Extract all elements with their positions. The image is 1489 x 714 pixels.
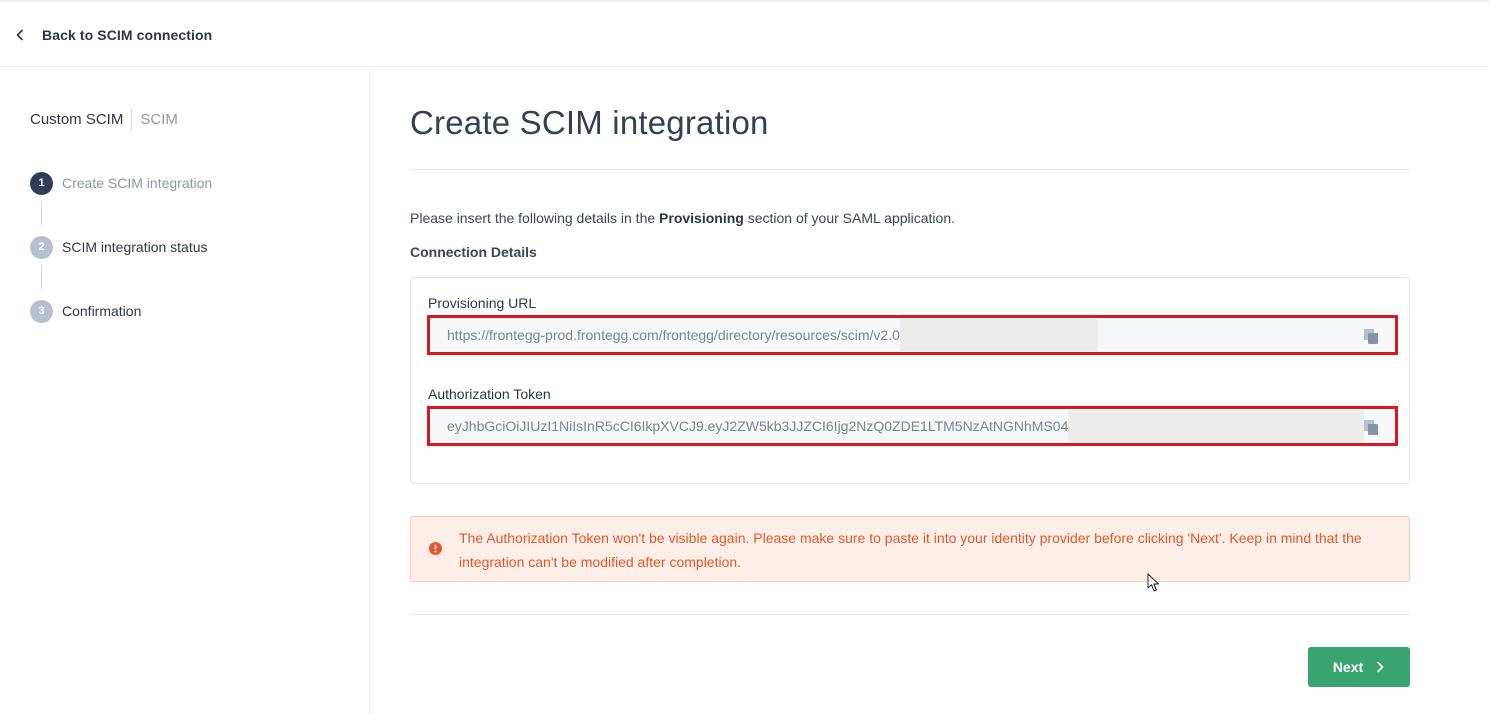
step-confirmation: 3 Confirmation <box>30 299 141 323</box>
next-button[interactable]: Next <box>1308 647 1410 687</box>
back-to-scim-connection-link[interactable]: Back to SCIM connection <box>14 24 212 46</box>
provisioning-url-label: Provisioning URL <box>428 295 537 311</box>
instruction-text: Please insert the following details in t… <box>410 210 955 226</box>
next-button-label: Next <box>1332 659 1364 675</box>
step-number: 2 <box>30 235 53 259</box>
connection-details-card: Provisioning URL https://frontegg-prod.f… <box>410 277 1410 484</box>
wizard-sidebar: Custom SCIM SCIM 1 Create SCIM integrati… <box>0 68 370 714</box>
exclamation-circle-icon <box>429 542 442 555</box>
main-content: Create SCIM integration Please insert th… <box>410 68 1410 714</box>
step-connector <box>41 265 42 289</box>
step-label: SCIM integration status <box>62 239 208 255</box>
authorization-token-value-box: eyJhbGciOiJIUzI1NiIsInR5cCI6IkpXVCJ9.eyJ… <box>432 410 1393 442</box>
authorization-token-value: eyJhbGciOiJIUzI1NiIsInR5cCI6IkpXVCJ9.eyJ… <box>447 418 1069 434</box>
redacted-area <box>1068 410 1365 442</box>
authorization-token-field[interactable]: eyJhbGciOiJIUzI1NiIsInR5cCI6IkpXVCJ9.eyJ… <box>427 406 1398 446</box>
instruction-suffix: section of your SAML application. <box>743 210 955 226</box>
provider-name: Custom SCIM <box>30 110 124 128</box>
provisioning-url-value: https://frontegg-prod.frontegg.com/front… <box>447 327 900 343</box>
warning-message: The Authorization Token won't be visible… <box>459 530 1362 570</box>
provider-separator <box>131 108 133 130</box>
step-create-scim-integration: 1 Create SCIM integration <box>30 171 212 195</box>
step-label: Create SCIM integration <box>62 175 213 191</box>
provisioning-url-value-box: https://frontegg-prod.frontegg.com/front… <box>432 319 1393 351</box>
chevron-right-icon <box>1377 661 1384 673</box>
step-number: 3 <box>30 299 53 323</box>
step-label: Confirmation <box>62 303 142 319</box>
copy-icon[interactable] <box>1363 328 1380 345</box>
back-link-label: Back to SCIM connection <box>42 27 213 43</box>
title-divider <box>410 169 1410 170</box>
copy-icon[interactable] <box>1363 419 1380 436</box>
step-scim-integration-status: 2 SCIM integration status <box>30 235 208 259</box>
authorization-token-label: Authorization Token <box>428 386 551 402</box>
instruction-bold: Provisioning <box>659 210 744 226</box>
mouse-cursor-icon <box>1147 573 1159 592</box>
provider-header: Custom SCIM SCIM <box>30 108 178 130</box>
back-bar: Back to SCIM connection <box>0 2 1489 67</box>
instruction-prefix: Please insert the following details in t… <box>410 210 660 226</box>
connection-details-heading: Connection Details <box>410 244 537 260</box>
step-connector <box>41 201 42 225</box>
provider-type: SCIM <box>140 110 178 128</box>
footer-divider <box>410 614 1410 615</box>
page-title: Create SCIM integration <box>410 104 769 141</box>
provisioning-url-field[interactable]: https://frontegg-prod.frontegg.com/front… <box>427 315 1398 355</box>
step-number: 1 <box>30 171 53 195</box>
chevron-left-icon <box>16 29 23 41</box>
redacted-area <box>899 319 1098 351</box>
warning-alert: The Authorization Token won't be visible… <box>410 516 1410 582</box>
